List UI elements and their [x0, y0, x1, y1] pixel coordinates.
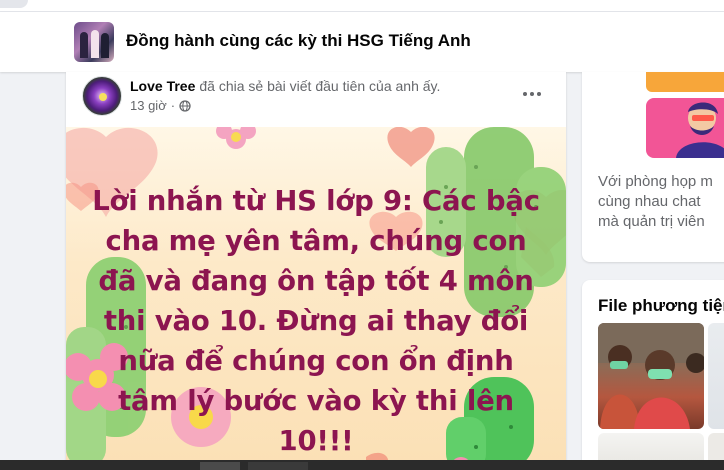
author-avatar[interactable] [82, 76, 122, 116]
rooms-text-line: cùng nhau chat [598, 193, 701, 210]
post-image-text: Lời nhắn từ HS lớp 9: Các bậc cha mẹ yên… [92, 185, 540, 457]
taskbar-item[interactable] [200, 462, 240, 470]
post-image[interactable]: Lời nhắn từ HS lớp 9: Các bậc cha mẹ yên… [66, 127, 566, 470]
os-taskbar [0, 460, 724, 470]
media-files-card: File phương tiện [582, 280, 724, 470]
top-navigation-bar [0, 0, 724, 12]
meta-separator: · [170, 98, 176, 113]
media-thumbnail[interactable] [708, 323, 724, 429]
thumbnail-figure [101, 33, 109, 58]
rooms-description: Với phòng họp m cùng nhau chat mà quản t… [598, 172, 713, 232]
rooms-text-line: Với phòng họp m [598, 173, 713, 190]
more-options-icon[interactable] [518, 80, 546, 108]
people-photo [598, 323, 704, 429]
avatar-flower-center [99, 93, 107, 101]
author-name-link[interactable]: Love Tree [130, 78, 195, 94]
post-timestamp[interactable]: 13 giờ [130, 98, 167, 113]
public-globe-icon[interactable] [179, 99, 191, 112]
group-header: Đồng hành cùng các kỳ thi HSG Tiếng Anh [0, 12, 724, 72]
nav-control[interactable] [0, 0, 28, 8]
thumbnail-figure [91, 30, 99, 58]
thumbnail-figure [80, 32, 88, 58]
media-files-title[interactable]: File phương tiện [598, 296, 724, 316]
taskbar-item[interactable] [248, 462, 308, 470]
rooms-text-line: mà quản trị viên [598, 213, 705, 230]
rooms-card: Với phòng họp m cùng nhau chat mà quản t… [582, 72, 724, 262]
media-thumbnail[interactable] [598, 323, 704, 429]
group-title[interactable]: Đồng hành cùng các kỳ thi HSG Tiếng Anh [126, 31, 471, 51]
feed-post: Love Tree đã chia sẻ bài viết đầu tiên củ… [66, 72, 566, 470]
person-illustration [676, 102, 724, 158]
post-action-text: đã chia sẻ bài viết đầu tiên của anh ấy. [199, 78, 441, 94]
post-meta: 13 giờ · [130, 98, 191, 113]
post-author-line: Love Tree đã chia sẻ bài viết đầu tiên củ… [130, 78, 440, 94]
rooms-illustration [646, 98, 724, 158]
group-cover-thumbnail[interactable] [74, 22, 114, 62]
rooms-illustration-top [646, 72, 724, 92]
